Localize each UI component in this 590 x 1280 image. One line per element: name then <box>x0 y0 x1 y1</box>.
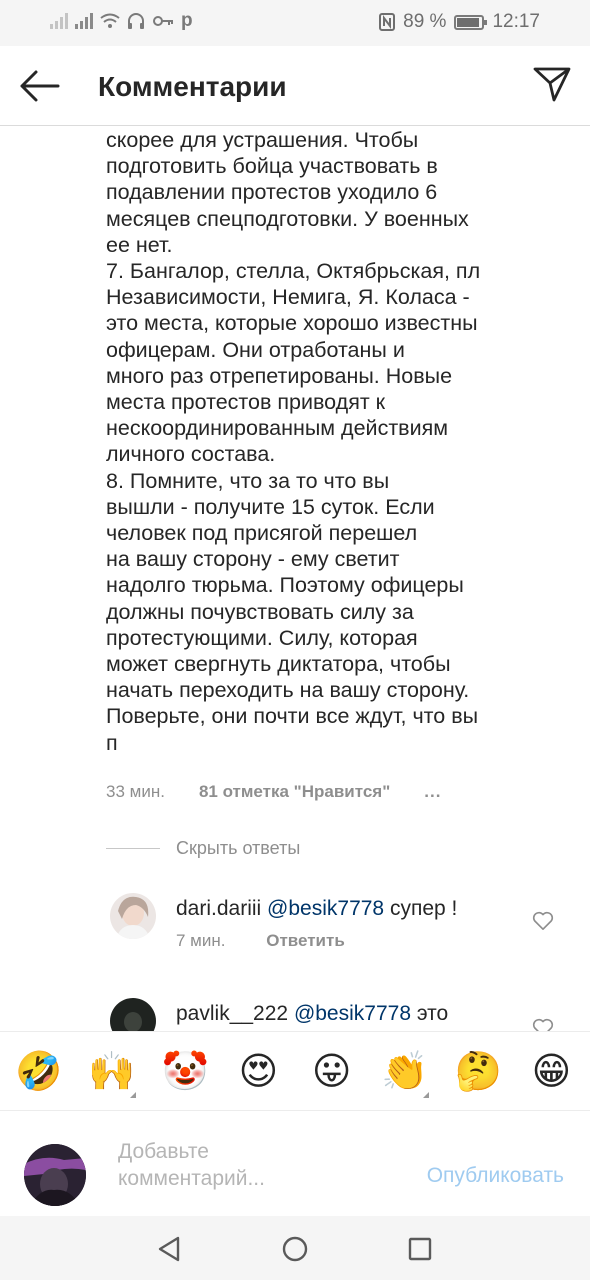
battery-percent: 89 % <box>403 11 447 32</box>
arrow-left-icon[interactable] <box>18 66 60 106</box>
wifi-icon <box>100 13 120 28</box>
emoji-tongue[interactable]: 😛 <box>302 1049 362 1093</box>
signal-icon <box>50 13 68 29</box>
skin-tone-indicator <box>422 1091 429 1098</box>
reply-username[interactable]: pavlik__222 <box>176 1002 288 1025</box>
paper-plane-icon[interactable] <box>532 64 572 104</box>
reply-item: pavlik__222 @besik7778 это <box>110 998 570 1031</box>
app-header: Комментарии <box>0 46 590 126</box>
comment-text: скорее для устрашения. Чтобы подготовить… <box>106 128 481 755</box>
heart-icon[interactable] <box>532 1018 554 1031</box>
more-options-button[interactable]: ... <box>424 782 441 802</box>
nfc-icon <box>379 13 396 31</box>
reply-body: супер ! <box>384 897 458 920</box>
reply-item: dari.dariii @besik7778 супер ! 7 мин. От… <box>110 893 570 963</box>
skin-tone-indicator <box>129 1091 136 1098</box>
avatar <box>24 1144 86 1206</box>
emoji-heart-eyes[interactable]: 😍 <box>228 1049 288 1093</box>
status-right: 89 % 12:17 <box>379 11 540 33</box>
emoji-clown[interactable]: 🤡 <box>155 1049 215 1094</box>
reply-time: 7 мин. <box>176 931 226 950</box>
emoji-bar: 🤣 🙌 🤡 😍 😛 👏 🤔 😁 <box>0 1031 590 1111</box>
comment-input[interactable]: Добавьте комментарий... <box>118 1138 378 1192</box>
comment-meta: 33 мин. 81 отметка "Нравится" ... <box>106 782 441 802</box>
comment-composer: Добавьте комментарий... Опубликовать <box>0 1112 590 1216</box>
reply-mention[interactable]: @besik7778 <box>294 1002 411 1025</box>
emoji-rofl[interactable]: 🤣 <box>9 1049 69 1094</box>
home-circle-icon[interactable] <box>280 1234 310 1264</box>
page-title: Комментарии <box>98 71 287 102</box>
emoji-thinking[interactable]: 🤔 <box>448 1049 508 1094</box>
recents-square-icon[interactable] <box>405 1234 435 1264</box>
reply-text: pavlik__222 @besik7778 это <box>176 1002 448 1026</box>
avatar[interactable] <box>110 998 156 1031</box>
heart-icon[interactable] <box>532 911 554 931</box>
battery-icon <box>454 14 488 30</box>
signal-icon <box>75 13 93 29</box>
key-icon <box>153 16 173 26</box>
emoji-glyph: 👏 <box>381 1048 429 1093</box>
reply-username[interactable]: dari.dariii <box>176 897 261 920</box>
emoji-grin[interactable]: 😁 <box>521 1049 581 1093</box>
reply-body: это <box>411 1002 449 1025</box>
system-nav-bar <box>0 1216 590 1280</box>
hide-replies-label: Скрыть ответы <box>176 838 301 858</box>
clock: 12:17 <box>492 11 540 32</box>
hide-replies-button[interactable]: Скрыть ответы <box>106 838 300 859</box>
status-bar: р 89 % 12:17 <box>0 0 590 46</box>
reply-mention[interactable]: @besik7778 <box>267 897 384 920</box>
emoji-clapping[interactable]: 👏 <box>375 1048 435 1098</box>
carrier-label: р <box>181 10 193 31</box>
comment-likes-button[interactable]: 81 отметка "Нравится" <box>199 782 390 802</box>
publish-button[interactable]: Опубликовать <box>427 1164 564 1188</box>
status-left: р <box>50 10 193 32</box>
reply-text: dari.dariii @besik7778 супер ! <box>176 897 457 921</box>
divider <box>106 848 160 849</box>
back-triangle-icon[interactable] <box>154 1234 184 1264</box>
emoji-raising-hands[interactable]: 🙌 <box>82 1048 142 1098</box>
headphones-icon <box>128 13 144 29</box>
reply-meta: 7 мин. Ответить <box>176 931 345 951</box>
avatar[interactable] <box>110 893 156 939</box>
emoji-glyph: 🙌 <box>88 1048 136 1093</box>
comment-time: 33 мин. <box>106 782 165 801</box>
reply-button[interactable]: Ответить <box>266 931 345 950</box>
